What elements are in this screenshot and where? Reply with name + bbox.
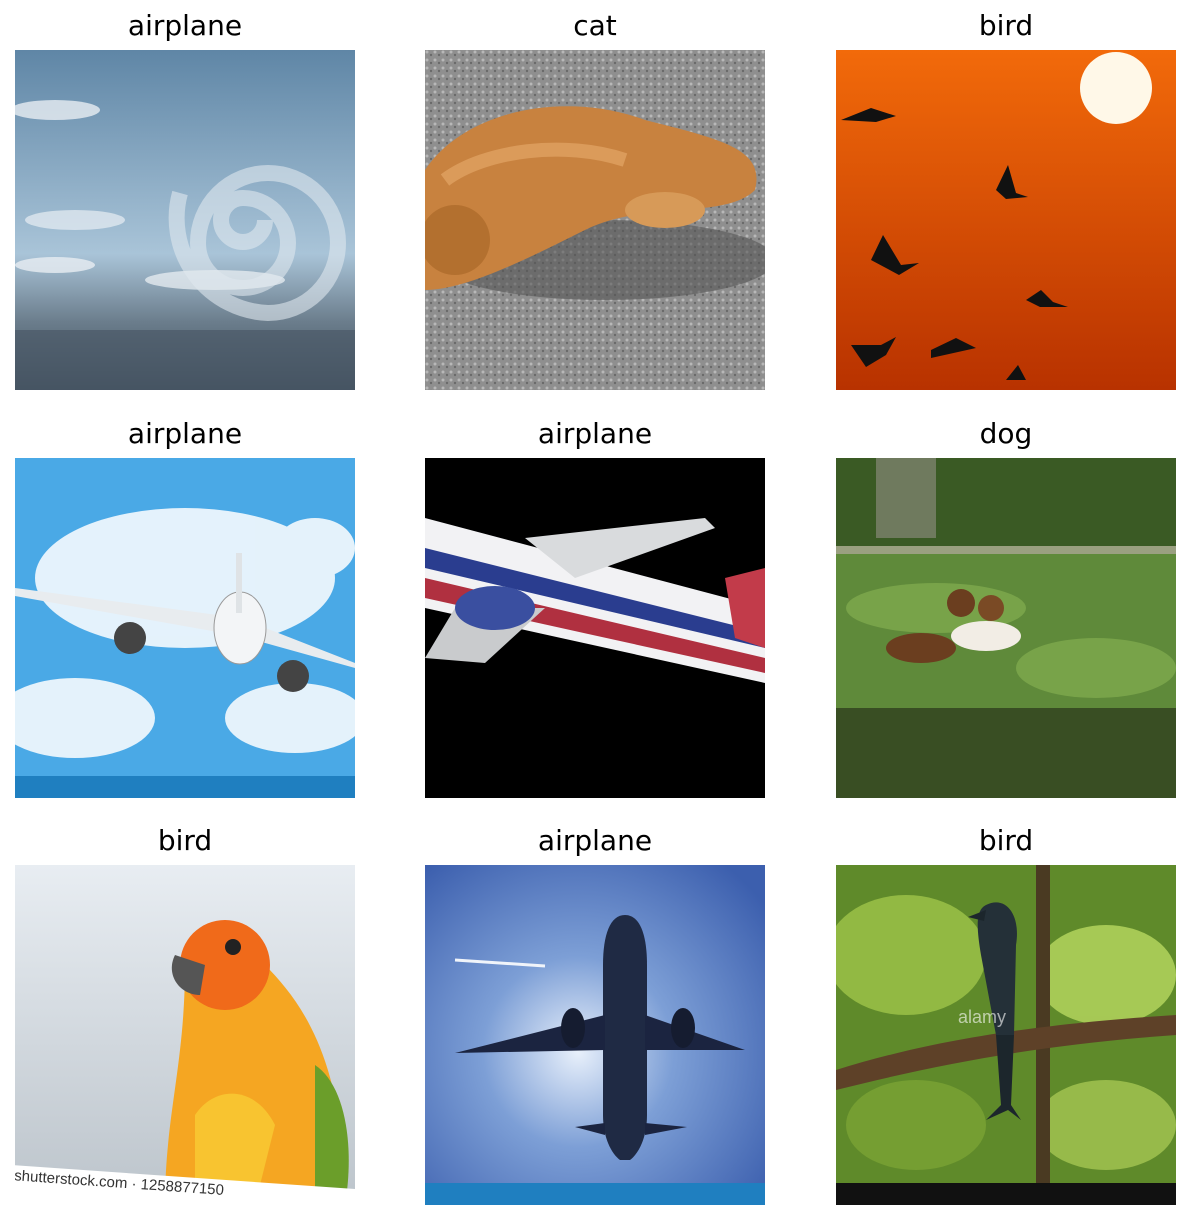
image-label: dog bbox=[979, 417, 1033, 450]
image-label: airplane bbox=[537, 824, 653, 857]
dogs-grass-image bbox=[836, 458, 1176, 798]
alamy-watermark: alamy bbox=[958, 1007, 1007, 1027]
image-label: bird bbox=[978, 9, 1034, 42]
cat-image bbox=[425, 50, 765, 390]
image-label: airplane bbox=[537, 417, 653, 450]
image-label: bird bbox=[157, 824, 213, 857]
parrot-image: shutterstock.com · 1258877150 bbox=[15, 865, 355, 1205]
image-label: airplane bbox=[127, 9, 243, 42]
birds-sunset-image bbox=[836, 50, 1176, 390]
airplane-clouds-image bbox=[15, 458, 355, 798]
airplane-sky-image bbox=[15, 50, 355, 390]
airplane-below-image bbox=[425, 865, 765, 1205]
image-label: airplane bbox=[127, 417, 243, 450]
airplane-black-background-image bbox=[425, 458, 765, 798]
image-label: bird bbox=[978, 824, 1034, 857]
image-label: cat bbox=[573, 9, 617, 42]
bird-branch-image: alamy bbox=[836, 865, 1176, 1205]
